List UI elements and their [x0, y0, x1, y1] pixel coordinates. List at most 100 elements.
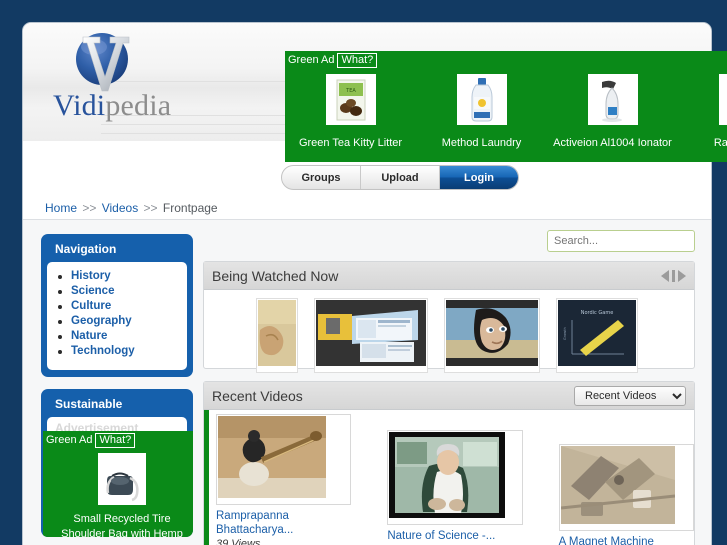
- watched-thumbnail[interactable]: [444, 298, 540, 373]
- green-ad-bar: Green Ad What?: [43, 431, 136, 450]
- watched-thumbnail[interactable]: Nordic Game Growth: [556, 298, 638, 373]
- sidebar-item-label[interactable]: Nature: [71, 330, 107, 342]
- green-ad-item-caption: Green Tea Kitty Litter: [298, 137, 403, 149]
- sidebar-ad-product[interactable]: Small Recycled Tire Shoulder Bag with He…: [43, 453, 193, 537]
- recent-videos-filter-select[interactable]: Recent Videos: [574, 385, 686, 406]
- video-thumbnail-hand: [258, 300, 296, 366]
- video-thumbnail-diagram: Nordic Game Growth: [558, 300, 636, 366]
- video-thumbnail[interactable]: [216, 414, 352, 505]
- sustainable-advertisement-box: Sustainable Advertisement Green Ad What?: [41, 389, 193, 537]
- recent-videos-panel: Recent Videos Recent Videos Ramprapanna …: [203, 381, 695, 545]
- sidebar-item-history[interactable]: History: [55, 270, 179, 282]
- panel-header: Being Watched Now: [204, 262, 694, 290]
- video-card[interactable]: A Magnet Machine 46 Views Category: Natu…: [558, 414, 694, 545]
- sidebar-ad-caption: Small Recycled Tire Shoulder Bag with He…: [61, 513, 183, 537]
- page-frame: Vidipedia Green Ad What? TEA Green Tea K…: [22, 22, 727, 545]
- being-watched-title: Being Watched Now: [212, 267, 339, 284]
- video-title[interactable]: Ramprapanna Bhattacharya...: [216, 509, 351, 537]
- breadcrumb-home[interactable]: Home: [45, 201, 77, 215]
- video-title[interactable]: A Magnet Machine: [559, 535, 694, 545]
- sidebar-item-technology[interactable]: Technology: [55, 345, 179, 357]
- arrow-right-icon[interactable]: [678, 269, 686, 282]
- sidebar-item-culture[interactable]: Culture: [55, 300, 179, 312]
- svg-text:Nordic Game: Nordic Game: [581, 310, 614, 316]
- watched-thumbnail-strip: Nordic Game Growth: [204, 290, 694, 373]
- green-ad-bar: Green Ad What?: [285, 51, 727, 70]
- product-thumbnail: [456, 74, 507, 125]
- content-area: Navigation History Science Culture Geogr…: [23, 219, 711, 545]
- navigation-body: History Science Culture Geography Nature…: [47, 262, 187, 370]
- green-ad-item[interactable]: TEA Green Tea Kitty Litter: [285, 70, 416, 162]
- video-title[interactable]: Nature of Science -...: [387, 529, 522, 543]
- video-thumbnail-webpage: [316, 300, 426, 366]
- sidebar-item-label[interactable]: History: [71, 270, 111, 282]
- product-thumbnail: TEA: [325, 74, 376, 125]
- shoulder-bag-icon: [106, 472, 139, 502]
- green-ad-item[interactable]: Activeion Al1004 Ionator: [547, 70, 678, 162]
- recent-videos-scroll-indicator[interactable]: [204, 410, 209, 545]
- watched-thumbnail[interactable]: [314, 298, 428, 373]
- navigation-title: Navigation: [55, 242, 117, 256]
- sidebar-green-advertisement[interactable]: Green Ad What? Small Recycled Tire Shoul…: [43, 431, 193, 537]
- panel-header: Recent Videos Recent Videos: [204, 382, 694, 410]
- product-thumbnail: [587, 74, 638, 125]
- carousel-controls: [661, 269, 686, 282]
- recent-videos-body: Ramprapanna Bhattacharya... 39 Views Nat…: [204, 410, 694, 545]
- green-ad-item-caption: Method Laundry: [441, 137, 522, 149]
- product-thumbnail: [718, 74, 727, 125]
- breadcrumb-separator: >>: [82, 201, 97, 215]
- green-ad-item-caption: Activeion Al1004 Ionator: [553, 137, 672, 149]
- green-ad-item[interactable]: Rainreserve: [678, 70, 727, 162]
- laundry-bottle-icon: [471, 77, 492, 121]
- breadcrumb-current: Frontpage: [162, 201, 218, 215]
- arrow-left-icon[interactable]: [661, 269, 669, 282]
- tab-groups[interactable]: Groups: [282, 166, 361, 189]
- sidebar-item-label[interactable]: Technology: [71, 345, 135, 357]
- sidebar-item-label[interactable]: Science: [71, 285, 114, 297]
- logo-text-primary: Vidi: [53, 89, 106, 122]
- video-card[interactable]: Nature of Science -... 38 Views Category…: [387, 414, 523, 545]
- search-box[interactable]: [547, 230, 695, 252]
- search-row: [203, 230, 695, 252]
- video-thumbnail-interview: [389, 432, 506, 518]
- sidebar-item-label[interactable]: Culture: [71, 300, 111, 312]
- navigation-box: Navigation History Science Culture Geogr…: [41, 234, 193, 377]
- rain-barrel-icon: [724, 80, 727, 120]
- kitty-litter-bag-icon: TEA: [336, 79, 365, 120]
- product-thumbnail: [98, 453, 146, 505]
- video-thumbnail[interactable]: [387, 430, 523, 525]
- search-input[interactable]: [548, 231, 694, 251]
- watched-thumbnail[interactable]: [256, 298, 298, 373]
- spray-cleaner-icon: [601, 80, 622, 122]
- sidebar-item-nature[interactable]: Nature: [55, 330, 179, 342]
- breadcrumb: Home >> Videos >> Frontpage: [29, 201, 218, 215]
- green-ad-item[interactable]: Method Laundry: [416, 70, 547, 162]
- top-green-advertisement[interactable]: Green Ad What? TEA Green Tea Kitty Litte…: [285, 51, 727, 162]
- sidebar-item-label[interactable]: Geography: [71, 315, 132, 327]
- svg-text:TEA: TEA: [345, 88, 356, 94]
- navigation-list: History Science Culture Geography Nature…: [55, 270, 179, 357]
- sidebar-item-geography[interactable]: Geography: [55, 315, 179, 327]
- video-thumbnail[interactable]: [558, 444, 694, 531]
- green-ad-what-link[interactable]: What?: [337, 53, 378, 68]
- green-ad-label: Green Ad: [46, 434, 93, 446]
- site-logo[interactable]: Vidipedia: [49, 27, 219, 139]
- sidebar-item-science[interactable]: Science: [55, 285, 179, 297]
- svg-text:Growth: Growth: [563, 327, 567, 340]
- logo-text-secondary: pedia: [105, 89, 172, 122]
- logo-wordmark: Vidipedia: [53, 89, 171, 123]
- green-ad-item-list: TEA Green Tea Kitty Litter Method Laundr…: [285, 70, 727, 162]
- carousel-divider: [672, 269, 675, 282]
- sustainable-title: Sustainable: [55, 397, 123, 411]
- green-ad-item-caption: Rainreserve: [713, 137, 727, 149]
- green-ad-what-link[interactable]: What?: [95, 433, 136, 448]
- video-card[interactable]: Ramprapanna Bhattacharya... 39 Views: [216, 414, 352, 545]
- video-thumbnail-sitar: [218, 416, 326, 498]
- tab-upload[interactable]: Upload: [361, 166, 440, 189]
- video-views: 39 Views: [216, 538, 261, 545]
- breadcrumb-videos[interactable]: Videos: [102, 201, 138, 215]
- breadcrumb-separator: >>: [143, 201, 158, 215]
- video-thumbnail-magnet-machine: [560, 446, 675, 524]
- tab-login[interactable]: Login: [440, 166, 518, 189]
- main-column: Being Watched Now: [203, 230, 695, 545]
